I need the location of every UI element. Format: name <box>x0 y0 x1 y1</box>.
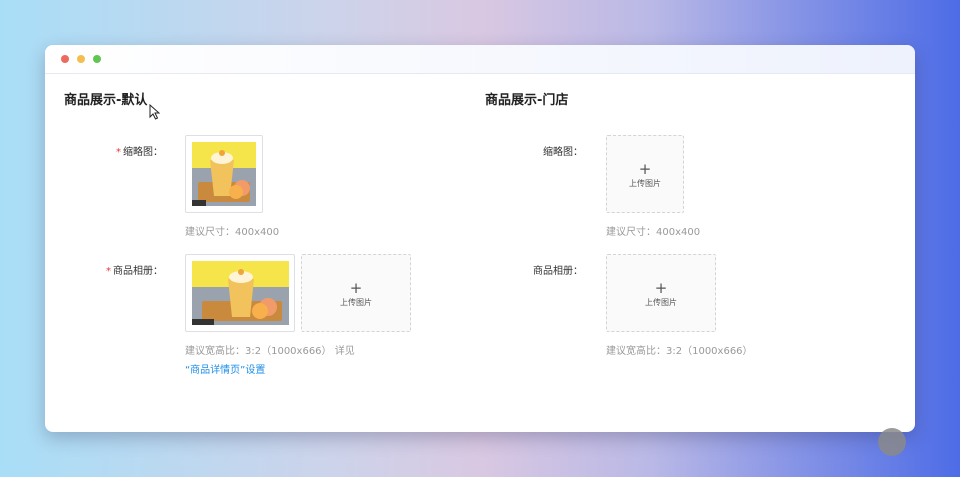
title-bar <box>45 45 915 74</box>
app-window <box>45 45 915 432</box>
left-thumbnail-hint: 建议尺寸：400x400 <box>185 227 280 238</box>
mouse-cursor-icon <box>149 104 160 120</box>
right-thumbnail-upload-button[interactable]: + 上传图片 <box>606 135 684 213</box>
plus-icon: + <box>638 160 652 178</box>
left-album-label: * 商品相册： <box>106 266 163 277</box>
right-album-hint: 建议宽高比：3:2（1000x666） <box>606 346 753 357</box>
right-album-label: 商品相册： <box>533 266 583 277</box>
required-mark: * <box>106 266 111 277</box>
floating-help-button[interactable] <box>878 428 906 456</box>
left-album-hint: 建议宽高比：3:2（1000x666） 详见 <box>185 346 355 357</box>
left-thumbnail-label: * 缩略图： <box>116 147 163 158</box>
right-thumbnail-label: 缩略图： <box>543 147 583 158</box>
right-thumbnail-hint: 建议尺寸：400x400 <box>606 227 701 238</box>
upload-label: 上传图片 <box>629 179 661 188</box>
left-thumbnail-image[interactable] <box>185 135 263 213</box>
left-album-upload-button[interactable]: + 上传图片 <box>301 254 411 332</box>
left-album-image[interactable] <box>185 254 295 332</box>
product-detail-settings-link[interactable]: “商品详情页”设置 <box>185 361 265 376</box>
right-album-upload-button[interactable]: + 上传图片 <box>606 254 716 332</box>
product-photo-thumbnail <box>192 142 256 206</box>
upload-label: 上传图片 <box>340 298 372 307</box>
minimize-window-button[interactable] <box>77 55 85 63</box>
product-photo-album <box>192 261 289 325</box>
upload-label: 上传图片 <box>645 298 677 307</box>
close-window-button[interactable] <box>61 55 69 63</box>
required-mark: * <box>116 147 121 158</box>
maximize-window-button[interactable] <box>93 55 101 63</box>
left-section-title: 商品展示-默认 <box>64 93 148 108</box>
right-section-title: 商品展示-门店 <box>485 93 569 108</box>
plus-icon: + <box>654 279 668 297</box>
plus-icon: + <box>349 279 363 297</box>
